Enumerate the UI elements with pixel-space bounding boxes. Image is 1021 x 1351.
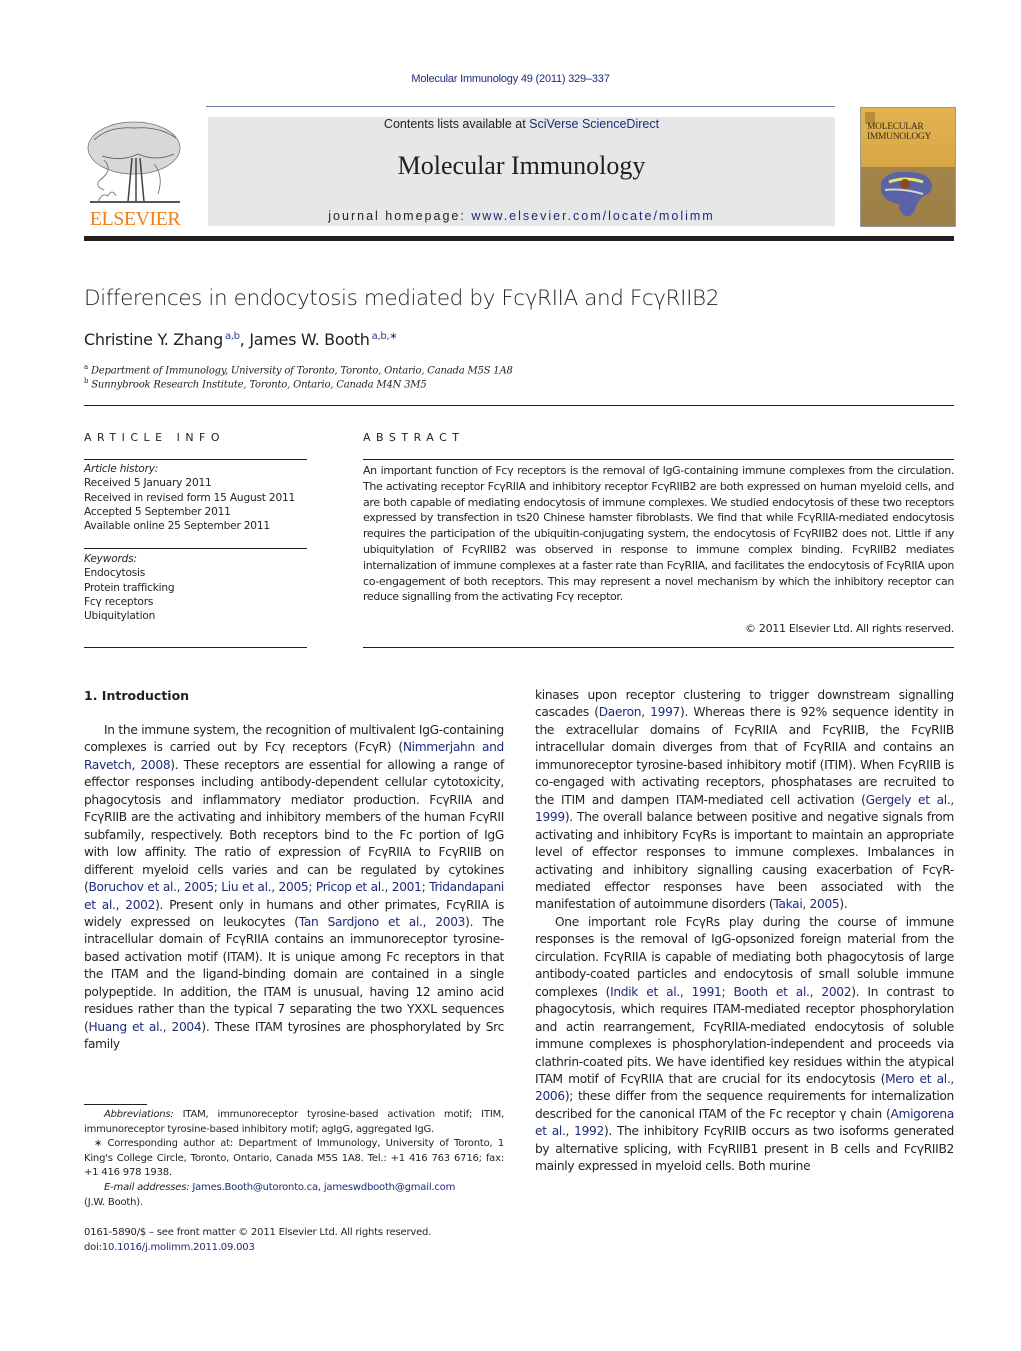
article-title: Differences in endocytosis mediated by F… xyxy=(84,286,719,311)
divider xyxy=(363,647,954,648)
email-label: E-mail addresses: xyxy=(104,1181,190,1193)
email-footnote: E-mail addresses: James.Booth@utoronto.c… xyxy=(84,1181,456,1208)
paragraph-text: ). The intracellular domain of FcγRIIA c… xyxy=(84,914,505,1034)
footnote-rule xyxy=(84,1104,147,1105)
author-affiliation-marker[interactable]: a,b xyxy=(225,331,240,342)
paragraph-text: ). xyxy=(839,897,848,912)
author-name: James W. Booth xyxy=(249,330,370,349)
sciverse-link[interactable]: SciVerse ScienceDirect xyxy=(529,117,659,131)
doi-link[interactable]: 10.1016/j.molimm.2011.09.003 xyxy=(102,1242,255,1253)
divider xyxy=(84,459,307,460)
issn-line: 0161-5890/$ – see front matter © 2011 El… xyxy=(84,1227,432,1238)
tree-icon xyxy=(87,121,181,203)
journal-title: Molecular Immunology xyxy=(397,151,646,180)
protein-structure-icon xyxy=(881,171,932,217)
divider xyxy=(84,548,307,549)
author-name: Christine Y. Zhang xyxy=(84,330,223,349)
divider xyxy=(84,405,954,406)
paragraph-text: ). Whereas there is 92% sequence identit… xyxy=(535,705,954,807)
abstract-heading: ABSTRACT xyxy=(363,431,465,444)
email-suffix: (J.W. Booth). xyxy=(84,1196,143,1208)
citation-link[interactable]: Indik et al., 1991; Booth et al., 2002 xyxy=(610,985,851,999)
history-item: Available online 25 September 2011 xyxy=(84,520,270,533)
keyword: Protein trafficking xyxy=(84,581,175,594)
keywords-label: Keywords: xyxy=(84,553,137,565)
history-label: Article history: xyxy=(84,463,159,475)
abbreviations-label: Abbreviations: xyxy=(104,1109,174,1120)
citation-link[interactable]: Tan Sardjono et al., 2003 xyxy=(299,915,466,929)
header-thick-rule xyxy=(84,236,954,241)
cover-title: MOLECULAR IMMUNOLOGY xyxy=(867,122,931,142)
affiliation-key: b xyxy=(84,377,89,385)
section-heading-introduction: 1. Introduction xyxy=(84,688,190,703)
author-list: Christine Y. Zhang a,b, James W. Booth a,b… xyxy=(84,330,398,349)
paragraph-text: ). The overall balance between positive … xyxy=(535,810,954,912)
header-rule xyxy=(206,106,835,107)
divider xyxy=(84,647,307,648)
keyword: Endocytosis xyxy=(84,567,146,580)
email-link[interactable]: James.Booth@utoronto.ca xyxy=(192,1182,318,1193)
affiliation: b Sunnybrook Research Institute, Toronto,… xyxy=(84,377,427,390)
abstract-text: An important function of Fcγ receptors i… xyxy=(363,464,954,604)
journal-cover-image[interactable]: MOLECULAR IMMUNOLOGY xyxy=(860,107,956,227)
journal-homepage: journal homepage: www.elsevier.com/locat… xyxy=(208,209,835,223)
divider xyxy=(363,459,954,460)
keyword: Ubiquitylation xyxy=(84,610,156,623)
paragraph: One important role FcγRs play during the… xyxy=(535,914,954,1176)
author-affiliation-marker[interactable]: a,b,∗ xyxy=(372,331,398,342)
journal-banner: Contents lists available at SciVerse Sci… xyxy=(208,117,835,226)
affiliation-text: Sunnybrook Research Institute, Toronto, … xyxy=(91,379,427,391)
history-item: Received in revised form 15 August 2011 xyxy=(84,491,296,504)
affiliation-key: a xyxy=(84,363,88,371)
homepage-link[interactable]: www.elsevier.com/locate/molimm xyxy=(471,209,714,223)
citation-link[interactable]: Takai, 2005 xyxy=(773,897,839,911)
footnotes: Abbreviations: ITAM, immunoreceptor tyro… xyxy=(84,1108,504,1210)
body-column-left: In the immune system, the recognition of… xyxy=(84,722,504,1054)
history-item: Accepted 5 September 2011 xyxy=(84,505,231,518)
cover-title-line-2: IMMUNOLOGY xyxy=(867,132,932,142)
homepage-prefix: journal homepage: xyxy=(328,209,472,223)
citation-link[interactable]: Daeron, 1997 xyxy=(599,705,681,719)
journal-reference[interactable]: Molecular Immunology 49 (2011) 329–337 xyxy=(0,73,1021,85)
elsevier-wordmark: ELSEVIER xyxy=(89,208,181,230)
front-matter: 0161-5890/$ – see front matter © 2011 El… xyxy=(84,1225,504,1255)
contents-prefix: Contents lists available at xyxy=(383,117,530,131)
paragraph-text: ). In contrast to phagocytosis, which re… xyxy=(535,984,954,1086)
article-info-heading: ARTICLE INFO xyxy=(84,431,226,444)
abstract-copyright: © 2011 Elsevier Ltd. All rights reserved… xyxy=(745,622,954,635)
body-column-right: kinases upon receptor clustering to trig… xyxy=(535,687,954,1176)
paragraph-text: ). These receptors are essential for all… xyxy=(84,757,504,895)
abbreviations-footnote: Abbreviations: ITAM, immunoreceptor tyro… xyxy=(84,1108,504,1137)
keywords: Keywords: Endocytosis Protein traffickin… xyxy=(84,552,309,623)
paragraph: kinases upon receptor clustering to trig… xyxy=(535,687,954,914)
cover-title-line-1: MOLECULAR xyxy=(867,122,924,132)
affiliation: a Department of Immunology, University of… xyxy=(84,363,513,376)
journal-reference-link[interactable]: Molecular Immunology 49 (2011) 329–337 xyxy=(411,73,609,85)
citation-link[interactable]: Huang et al., 2004 xyxy=(88,1020,201,1034)
doi-prefix: doi: xyxy=(84,1242,102,1253)
email-link[interactable]: jameswdbooth@gmail.com xyxy=(324,1182,455,1193)
paragraph: In the immune system, the recognition of… xyxy=(84,722,504,1054)
keyword: Fcγ receptors xyxy=(84,595,154,608)
history-item: Received 5 January 2011 xyxy=(84,477,212,490)
contents-availability: Contents lists available at SciVerse Sci… xyxy=(208,117,835,131)
affiliation-text: Department of Immunology, University of … xyxy=(90,365,513,377)
article-history: Article history: Received 5 January 2011… xyxy=(84,462,309,533)
doi-line: doi:10.1016/j.molimm.2011.09.003 xyxy=(84,1240,504,1255)
corresponding-author-footnote: ∗ Corresponding author at: Department of… xyxy=(84,1138,504,1179)
